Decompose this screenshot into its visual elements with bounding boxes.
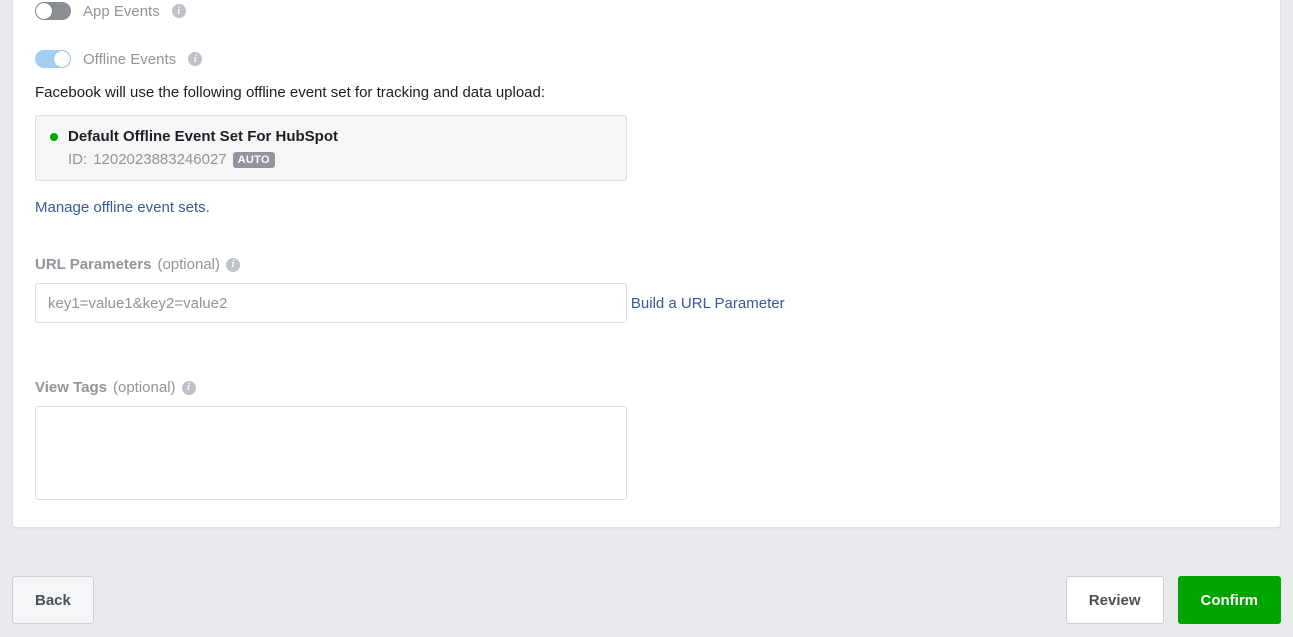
event-set-title-row: Default Offline Event Set For HubSpot xyxy=(50,128,612,145)
confirm-button[interactable]: Confirm xyxy=(1178,576,1282,624)
manage-offline-sets-link[interactable]: Manage offline event sets. xyxy=(35,199,210,216)
auto-badge: AUTO xyxy=(233,152,275,168)
info-icon[interactable]: i xyxy=(226,258,240,272)
offline-events-row: Offline Events i xyxy=(35,48,1258,70)
offline-events-toggle[interactable] xyxy=(35,50,71,68)
event-set-id-row: ID: 1202023883246027 AUTO xyxy=(50,151,612,168)
offline-description: Facebook will use the following offline … xyxy=(35,84,1258,101)
app-events-toggle[interactable] xyxy=(35,2,71,20)
review-button[interactable]: Review xyxy=(1066,576,1164,624)
event-set-id: 1202023883246027 xyxy=(93,151,226,168)
url-params-label: URL Parameters (optional) i xyxy=(35,256,1258,273)
info-icon[interactable]: i xyxy=(172,4,186,18)
app-events-label: App Events xyxy=(83,3,160,20)
view-tags-label-text: View Tags xyxy=(35,379,107,396)
footer-actions: Back Review Confirm xyxy=(12,576,1281,624)
build-url-param-link[interactable]: Build a URL Parameter xyxy=(631,295,785,312)
offline-event-set-box: Default Offline Event Set For HubSpot ID… xyxy=(35,115,627,181)
info-icon[interactable]: i xyxy=(182,381,196,395)
app-events-row: App Events i xyxy=(35,0,1258,22)
event-set-title: Default Offline Event Set For HubSpot xyxy=(68,128,338,145)
view-tags-optional: (optional) xyxy=(113,379,176,396)
url-params-input[interactable] xyxy=(35,283,627,323)
url-params-label-text: URL Parameters xyxy=(35,256,151,273)
event-set-id-prefix: ID: xyxy=(68,151,87,168)
url-params-optional: (optional) xyxy=(157,256,220,273)
info-icon[interactable]: i xyxy=(188,52,202,66)
offline-events-label: Offline Events xyxy=(83,51,176,68)
view-tags-input[interactable] xyxy=(35,406,627,500)
form-content: App Events i Offline Events i Facebook w… xyxy=(13,0,1280,503)
status-dot-icon xyxy=(50,133,58,141)
view-tags-label: View Tags (optional) i xyxy=(35,379,1258,396)
form-card: App Events i Offline Events i Facebook w… xyxy=(12,0,1281,528)
back-button[interactable]: Back xyxy=(12,576,94,624)
